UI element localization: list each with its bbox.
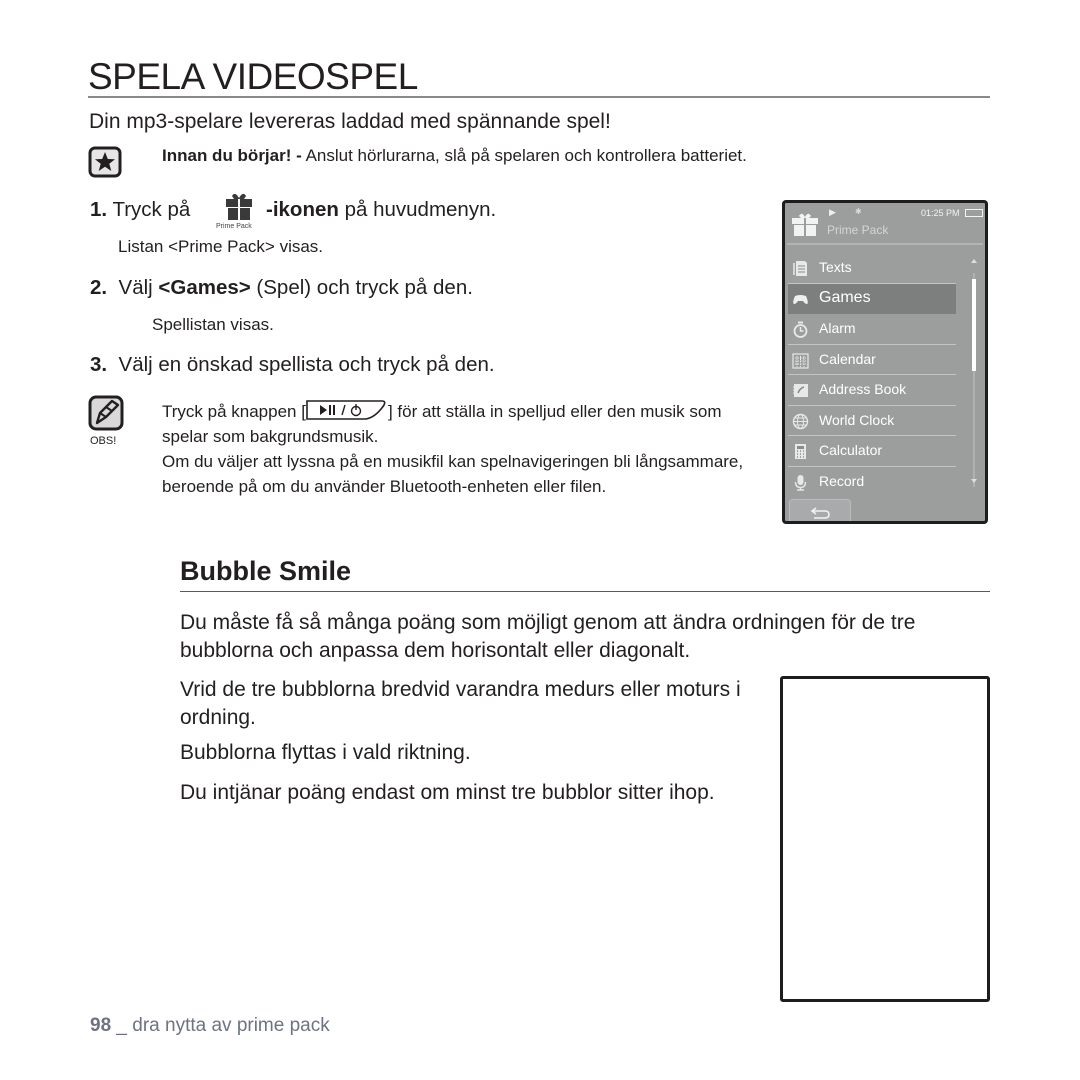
device-title: Prime Pack xyxy=(827,223,889,237)
step-2: 2. Välj <Games> (Spel) och tryck på den. xyxy=(90,276,473,300)
gamepad-icon xyxy=(793,294,808,304)
menu-item-calculator[interactable]: Calculator xyxy=(788,436,956,467)
menu-item-world-clock[interactable]: World Clock xyxy=(788,406,956,436)
step-1: 1. Tryck på -ikonen på huvudmenyn. xyxy=(90,198,690,228)
menu-item-alarm[interactable]: Alarm xyxy=(788,314,956,345)
step-number: 3. xyxy=(90,353,108,376)
step-1-result: Listan <Prime Pack> visas. xyxy=(118,237,324,256)
menu-item-games[interactable]: Games xyxy=(788,283,956,314)
address-book-icon xyxy=(793,384,808,397)
note-bold: Innan du börjar! - xyxy=(162,146,302,165)
play-status-icon: ▶ xyxy=(829,207,836,217)
step-text-after: på huvudmenyn. xyxy=(338,198,497,221)
menu-item-label: Calendar xyxy=(819,350,876,367)
stopwatch-icon xyxy=(793,321,808,338)
step-number: 1. xyxy=(90,198,108,221)
menu-item-label: Address Book xyxy=(819,381,907,397)
document-icon xyxy=(793,261,807,276)
note-body: Anslut hörlurarna, slå på spelaren och k… xyxy=(301,146,747,165)
step-bold: <Games> xyxy=(158,276,251,299)
footer-text: dra nytta av prime pack xyxy=(132,1015,330,1036)
page-number: 98 xyxy=(90,1015,112,1036)
step-2-result: Spellistan visas. xyxy=(152,315,274,334)
obs-line2: Om du väljer att lyssna på en musikfil k… xyxy=(162,452,744,496)
obs-label: OBS! xyxy=(90,435,117,447)
menu-item-address-book[interactable]: Address Book xyxy=(788,375,956,406)
play-pause-power-button-icon xyxy=(306,400,386,420)
calculator-icon xyxy=(795,444,806,459)
note-text: Innan du börjar! - Anslut hörlurarna, sl… xyxy=(162,146,747,166)
obs-text: Tryck på knappen [ ] för att ställa in s… xyxy=(162,399,762,499)
battery-icon xyxy=(965,209,983,217)
menu-item-texts[interactable]: Texts xyxy=(788,253,956,284)
back-button[interactable] xyxy=(789,499,851,521)
globe-icon xyxy=(792,413,809,429)
star-note-icon xyxy=(88,146,122,178)
scroll-down-arrow-icon[interactable] xyxy=(971,479,977,483)
menu-item-record[interactable]: Record xyxy=(788,467,956,498)
section-paragraph-1: Du måste få så många poäng som möjligt g… xyxy=(180,611,916,662)
step-bold: -ikonen xyxy=(266,198,339,221)
menu-item-label: Texts xyxy=(819,259,852,275)
bluetooth-icon: ✱ xyxy=(855,207,862,216)
status-time: 01:25 PM xyxy=(921,208,960,218)
menu-item-label: Calculator xyxy=(819,442,883,458)
title-divider xyxy=(88,96,990,98)
pencil-note-icon xyxy=(88,395,124,431)
section-paragraph-4: Du intjänar poäng endast om minst tre bu… xyxy=(180,781,715,804)
prime-pack-icon-label: Prime Pack xyxy=(216,223,252,230)
step-3: 3. Välj en önskad spellista och tryck på… xyxy=(90,353,495,377)
game-screenshot-placeholder xyxy=(780,676,990,1002)
step-text: Välj xyxy=(118,276,159,299)
menu-item-calendar[interactable]: Calendar xyxy=(788,345,956,375)
header-divider xyxy=(787,243,983,245)
prime-pack-menu: Texts Games Alarm Calendar Address Book … xyxy=(788,253,956,497)
step-text: Välj en önskad spellista och tryck på de… xyxy=(118,353,495,376)
page-footer: 98 _ dra nytta av prime pack xyxy=(90,1015,330,1037)
footer-separator: _ xyxy=(111,1015,133,1036)
device-screen: ▶ ✱ 01:25 PM Prime Pack Texts Games Alar… xyxy=(782,200,988,524)
section-paragraph-3: Bubblorna flyttas i vald riktning. xyxy=(180,741,471,764)
section-paragraph-2: Vrid de tre bubblorna bredvid varandra m… xyxy=(180,678,741,729)
calendar-icon xyxy=(792,352,809,369)
intro-text: Din mp3-spelare levereras laddad med spä… xyxy=(89,110,611,133)
menu-item-label: Games xyxy=(819,288,871,306)
section-divider xyxy=(180,591,990,592)
menu-item-label: Record xyxy=(819,472,865,489)
page-title: SPELA VIDEOSPEL xyxy=(88,56,418,97)
menu-item-label: World Clock xyxy=(819,411,895,428)
step-text: Tryck på xyxy=(112,198,191,221)
menu-item-label: Alarm xyxy=(819,320,856,336)
microphone-icon xyxy=(794,474,807,491)
back-arrow-icon xyxy=(810,507,830,519)
prime-pack-header-icon xyxy=(792,213,818,236)
device-status-bar: ▶ ✱ 01:25 PM Prime Pack xyxy=(785,203,985,241)
step-number: 2. xyxy=(90,276,108,299)
step-text-after: (Spel) och tryck på den. xyxy=(250,276,473,299)
scrollbar-thumb[interactable] xyxy=(972,279,976,371)
section-title: Bubble Smile xyxy=(180,556,352,586)
scroll-up-arrow-icon[interactable] xyxy=(971,259,977,263)
obs-line1-before: Tryck på knappen [ xyxy=(162,402,306,421)
